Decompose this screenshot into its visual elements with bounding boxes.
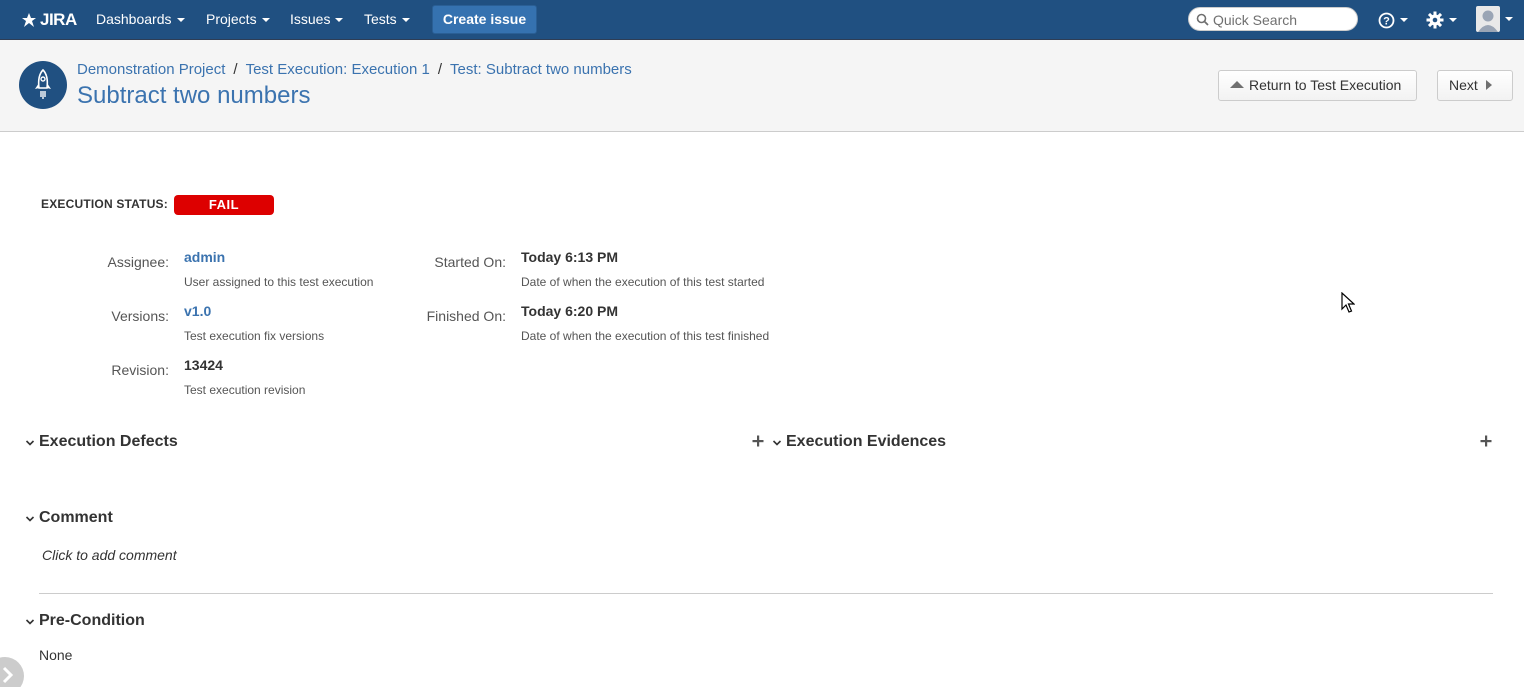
nav-tests[interactable]: Tests (364, 0, 410, 40)
help-icon: ? (1378, 12, 1395, 28)
started-on-value: Today 6:13 PM (521, 249, 618, 265)
arrow-up-icon (1230, 81, 1244, 88)
logo-text: JIRA (40, 10, 77, 29)
next-button-label: Next (1449, 77, 1478, 93)
chevron-down-icon (335, 18, 344, 23)
jira-logo-icon (22, 13, 36, 27)
chevron-down-icon (1505, 17, 1513, 21)
jira-logo[interactable]: JIRA (20, 9, 77, 31)
chevron-down-icon[interactable] (25, 617, 35, 627)
finished-on-value: Today 6:20 PM (521, 303, 618, 319)
nav-tests-label: Tests (364, 11, 397, 27)
add-evidence-plus-icon[interactable] (1480, 435, 1492, 447)
chevron-down-icon (401, 18, 410, 23)
execution-status-label: EXECUTION STATUS: (41, 197, 168, 211)
chevron-down-icon (1400, 18, 1408, 22)
chevron-down-icon[interactable] (25, 514, 35, 524)
breadcrumb-project[interactable]: Demonstration Project (77, 61, 225, 78)
breadcrumb: Demonstration Project / Test Execution: Ex… (77, 61, 632, 78)
add-defect-plus-icon[interactable] (752, 435, 764, 447)
svg-text:?: ? (1383, 15, 1390, 27)
breadcrumb-test[interactable]: Test: Subtract two numbers (450, 61, 632, 78)
search-icon (1196, 13, 1209, 26)
assignee-description: User assigned to this test execution (184, 275, 374, 289)
finished-on-label: Finished On: (426, 308, 506, 324)
versions-value[interactable]: v1.0 (184, 303, 211, 319)
revision-description: Test execution revision (184, 383, 306, 397)
revision-label: Revision: (111, 362, 169, 378)
started-on-label: Started On: (434, 254, 506, 270)
assignee-value[interactable]: admin (184, 249, 225, 265)
section-divider (39, 593, 1493, 594)
nav-projects[interactable]: Projects (206, 0, 270, 40)
nav-issues-label: Issues (290, 11, 331, 27)
quick-search[interactable] (1188, 7, 1358, 31)
nav-issues[interactable]: Issues (290, 0, 344, 40)
revision-value: 13424 (184, 357, 223, 373)
execution-evidences-heading[interactable]: Execution Evidences (786, 433, 946, 451)
nav-projects-label: Projects (206, 11, 257, 27)
mouse-cursor-icon (1341, 292, 1355, 313)
started-on-description: Date of when the execution of this test … (521, 275, 765, 289)
chevron-down-icon (1449, 18, 1457, 22)
page-title[interactable]: Subtract two numbers (77, 82, 310, 110)
add-comment-placeholder[interactable]: Click to add comment (42, 547, 177, 563)
chevron-down-icon (176, 18, 185, 23)
admin-settings-menu[interactable] (1426, 8, 1457, 32)
chevron-down-icon[interactable] (25, 438, 35, 448)
gear-icon (1426, 11, 1444, 29)
execution-defects-heading[interactable]: Execution Defects (39, 433, 178, 451)
breadcrumb-test-execution[interactable]: Test Execution: Execution 1 (246, 61, 430, 78)
nav-dashboards-label: Dashboards (96, 11, 172, 27)
versions-description: Test execution fix versions (184, 329, 325, 343)
chevron-right-icon (2, 666, 14, 684)
project-avatar[interactable] (19, 61, 67, 109)
arrow-right-icon (1485, 80, 1492, 90)
chevron-down-icon[interactable] (772, 438, 782, 448)
issue-header: Demonstration Project / Test Execution: Ex… (0, 40, 1524, 132)
assignee-label: Assignee: (107, 254, 169, 270)
pre-condition-heading[interactable]: Pre-Condition (39, 612, 145, 630)
create-issue-button[interactable]: Create issue (432, 5, 537, 34)
sidebar-expand-toggle[interactable] (0, 657, 24, 687)
return-button-label: Return to Test Execution (1249, 77, 1402, 93)
chevron-down-icon (261, 18, 270, 23)
execution-status-badge[interactable]: FAIL (174, 195, 274, 215)
breadcrumb-separator: / (233, 61, 238, 78)
return-to-test-execution-button[interactable]: Return to Test Execution (1218, 70, 1417, 101)
help-menu[interactable]: ? (1378, 8, 1408, 32)
user-avatar-icon (1476, 6, 1500, 32)
pre-condition-value: None (39, 647, 73, 663)
finished-on-description: Date of when the execution of this test … (521, 329, 770, 343)
breadcrumb-separator: / (437, 61, 443, 78)
top-navigation-bar: JIRA Dashboards Projects Issues Tests Cr… (0, 0, 1524, 40)
versions-label: Versions: (111, 308, 169, 324)
user-profile-menu[interactable] (1476, 6, 1513, 32)
next-button[interactable]: Next (1437, 70, 1513, 101)
comment-heading[interactable]: Comment (39, 509, 113, 527)
nav-dashboards[interactable]: Dashboards (96, 0, 185, 40)
quick-search-input[interactable] (1213, 11, 1353, 28)
rocket-icon (35, 68, 51, 99)
